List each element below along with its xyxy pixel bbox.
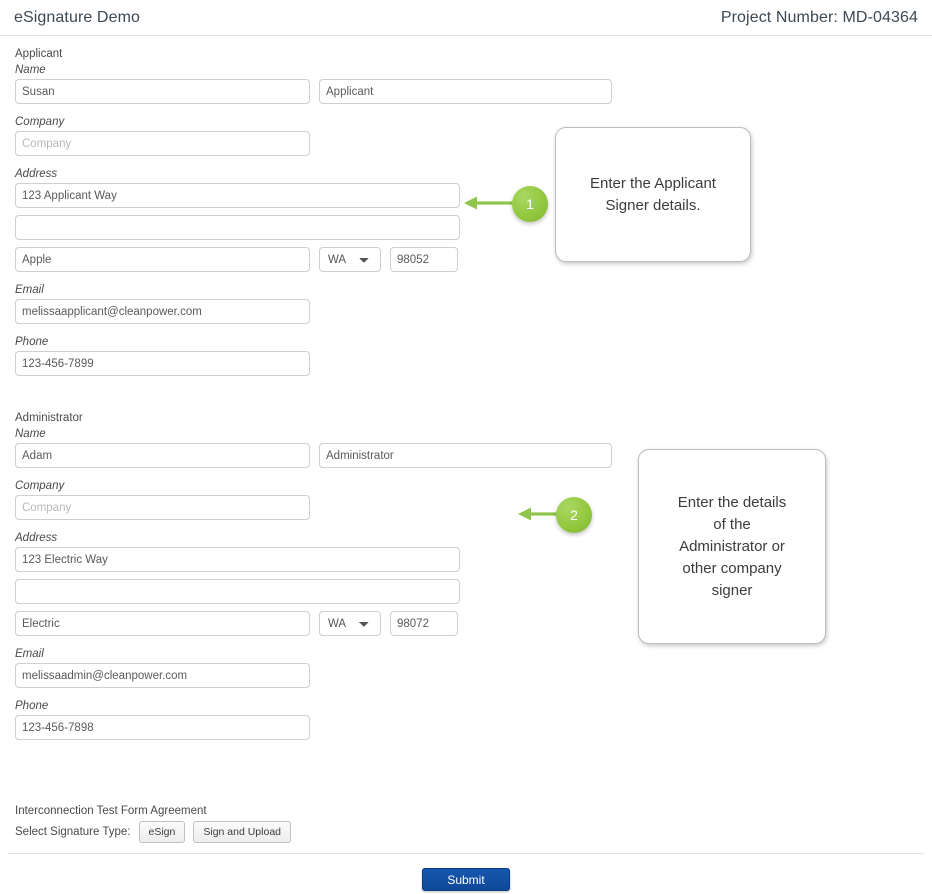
administrator-address1-input[interactable] (15, 547, 460, 572)
administrator-email-label: Email (15, 648, 44, 660)
administrator-state-select[interactable]: WA (319, 611, 381, 636)
footer-divider (8, 853, 924, 854)
esign-button[interactable]: eSign (138, 821, 186, 843)
page-title: eSignature Demo (14, 8, 141, 26)
signature-section: Interconnection Test Form Agreement Sele… (15, 803, 292, 843)
administrator-name-label: Name (15, 428, 46, 440)
applicant-email-row (0, 299, 932, 324)
applicant-email-input[interactable] (15, 299, 310, 324)
callout-2-box: Enter the details of the Administrator o… (638, 449, 826, 644)
applicant-last-name-input[interactable] (319, 79, 612, 104)
applicant-address2-row (0, 215, 932, 240)
applicant-company-label: Company (15, 116, 65, 128)
applicant-address-label: Address (15, 168, 58, 180)
administrator-city-input[interactable] (15, 611, 310, 636)
administrator-email-input[interactable] (15, 663, 310, 688)
callout-2-badge: 2 (556, 497, 592, 533)
applicant-name-label: Name (15, 64, 46, 76)
applicant-section-title: Applicant (15, 48, 63, 60)
callout-1-box: Enter the Applicant Signer details. (555, 127, 751, 262)
applicant-zip-input[interactable] (390, 247, 458, 272)
administrator-last-name-input[interactable] (319, 443, 612, 468)
administrator-phone-row (0, 715, 932, 740)
administrator-zip-input[interactable] (390, 611, 458, 636)
applicant-phone-row (0, 351, 932, 376)
callout-1-badge: 1 (512, 186, 548, 222)
applicant-first-name-input[interactable] (15, 79, 310, 104)
applicant-company-row (0, 131, 932, 156)
applicant-state-select[interactable]: WA (319, 247, 381, 272)
administrator-email-row (0, 663, 932, 688)
applicant-city-state-zip-row: WA (0, 247, 932, 272)
callout-1-text: Enter the Applicant Signer details. (590, 174, 716, 214)
applicant-name-row (0, 79, 932, 104)
signature-type-row: Select Signature Type: eSign Sign and Up… (15, 821, 292, 843)
page-header: eSignature Demo Project Number: MD-04364 (0, 0, 932, 36)
applicant-city-input[interactable] (15, 247, 310, 272)
agreement-title: Interconnection Test Form Agreement (15, 805, 207, 817)
administrator-address2-input[interactable] (15, 579, 460, 604)
applicant-company-input[interactable] (15, 131, 310, 156)
administrator-company-input[interactable] (15, 495, 310, 520)
administrator-phone-input[interactable] (15, 715, 310, 740)
administrator-phone-label: Phone (15, 700, 49, 712)
applicant-phone-label: Phone (15, 336, 49, 348)
applicant-phone-input[interactable] (15, 351, 310, 376)
callout-2-text: Enter the details of the Administrator o… (677, 493, 787, 599)
submit-button[interactable]: Submit (422, 868, 510, 891)
callout-2-number: 2 (570, 507, 578, 523)
applicant-address2-input[interactable] (15, 215, 460, 240)
applicant-email-label: Email (15, 284, 44, 296)
project-number: Project Number: MD-04364 (720, 8, 918, 26)
signature-type-label: Select Signature Type: (15, 826, 131, 838)
callout-1-arrow-icon (464, 196, 516, 210)
administrator-section-title: Administrator (15, 412, 83, 424)
applicant-address1-input[interactable] (15, 183, 460, 208)
sign-and-upload-button[interactable]: Sign and Upload (193, 821, 292, 843)
administrator-first-name-input[interactable] (15, 443, 310, 468)
callout-1-number: 1 (526, 196, 534, 212)
